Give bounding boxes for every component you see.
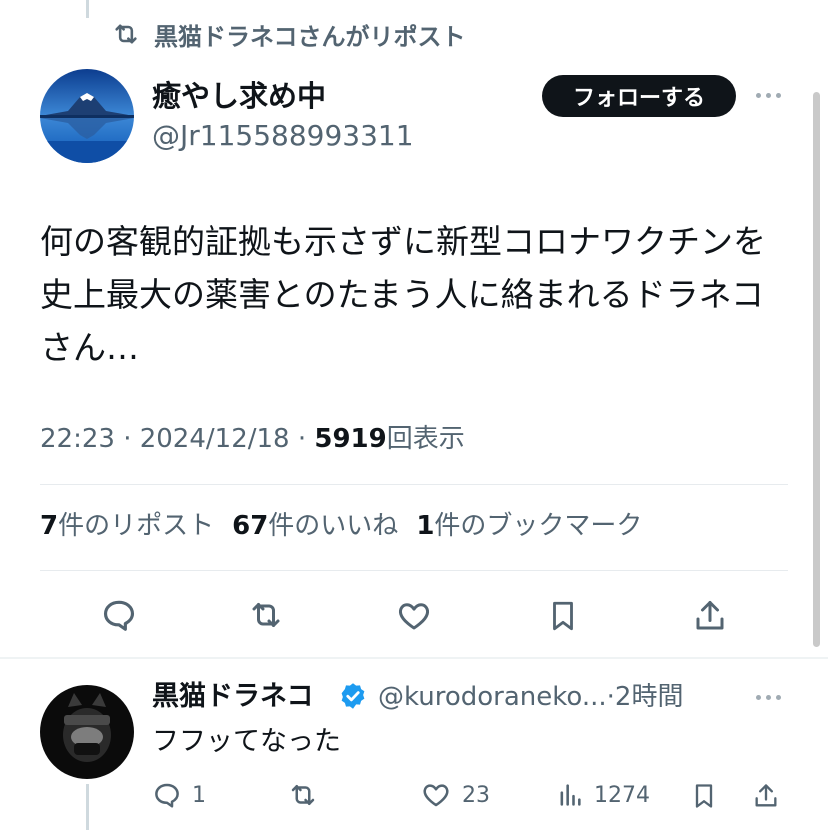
reply-icon[interactable] [152, 780, 182, 810]
like-count: 23 [462, 782, 490, 808]
view-count: 1274 [594, 782, 650, 808]
view-count: 5919 [314, 424, 387, 454]
bookmark-icon[interactable] [690, 780, 718, 812]
avatar[interactable] [40, 69, 134, 163]
repost-header-text: 黒猫ドラネコさんがリポスト [154, 22, 466, 51]
like-action[interactable]: 23 [420, 780, 490, 810]
repost-icon[interactable] [286, 780, 320, 810]
like-icon[interactable] [420, 780, 452, 810]
view-label: 回表示 [386, 424, 465, 454]
reply-text: フフッてなった [152, 726, 341, 757]
scrollbar[interactable] [813, 92, 820, 647]
tweet-text-line: さん… [40, 328, 139, 367]
thread-connector-top [86, 0, 89, 18]
share-icon[interactable] [752, 780, 780, 812]
share-icon[interactable] [692, 597, 728, 635]
repost-icon[interactable] [246, 597, 286, 633]
bookmark-icon[interactable] [546, 597, 580, 635]
share-action[interactable] [752, 780, 780, 812]
reply-icon[interactable] [100, 596, 138, 634]
views-action[interactable]: 1274 [556, 780, 650, 810]
repost-icon [110, 20, 142, 48]
timestamp[interactable]: 22:23 · 2024/12/18 · [40, 424, 314, 454]
section-divider [0, 657, 828, 659]
more-icon[interactable] [756, 93, 781, 98]
reply-count: 1 [192, 782, 206, 808]
follow-button[interactable]: フォローする [542, 75, 736, 117]
engagement-stats: 7件のリポスト 67件のいいね 1件のブックマーク [40, 506, 660, 546]
divider [40, 570, 788, 571]
reply-action[interactable]: 1 [152, 780, 206, 810]
like-count[interactable]: 67件のいいね [232, 506, 398, 546]
views-icon[interactable] [556, 780, 584, 810]
reply-handle-time[interactable]: @kurodoraneko...·2時間 [378, 679, 683, 715]
bookmark-action[interactable] [690, 780, 718, 812]
user-handle[interactable]: @Jr115588993311 [152, 118, 414, 154]
avatar[interactable] [40, 685, 134, 779]
divider [40, 484, 788, 485]
repost-action[interactable] [286, 780, 320, 810]
repost-count[interactable]: 7件のリポスト [40, 506, 214, 546]
display-name[interactable]: 癒やし求め中 [152, 78, 326, 114]
thread-connector-bottom [86, 784, 89, 830]
verified-badge-icon [338, 681, 368, 711]
more-icon[interactable] [756, 695, 781, 700]
repost-header: 黒猫ドラネコさんがリポスト [110, 18, 466, 51]
reply-display-name[interactable]: 黒猫ドラネコ [152, 679, 313, 715]
tweet-text: 何の客観的証拠も示さずに新型コロナワクチンを 史上最大の薬害とのたまう人に絡まれ… [40, 215, 800, 374]
tweet-text-line: 史上最大の薬害とのたまう人に絡まれるドラネコ [40, 275, 765, 314]
bookmark-count[interactable]: 1件のブックマーク [416, 506, 642, 546]
tweet-meta: 22:23 · 2024/12/18 · 5919回表示 [40, 420, 465, 458]
tweet-text-line: 何の客観的証拠も示さずに新型コロナワクチンを [40, 222, 766, 261]
like-icon[interactable] [394, 598, 434, 634]
